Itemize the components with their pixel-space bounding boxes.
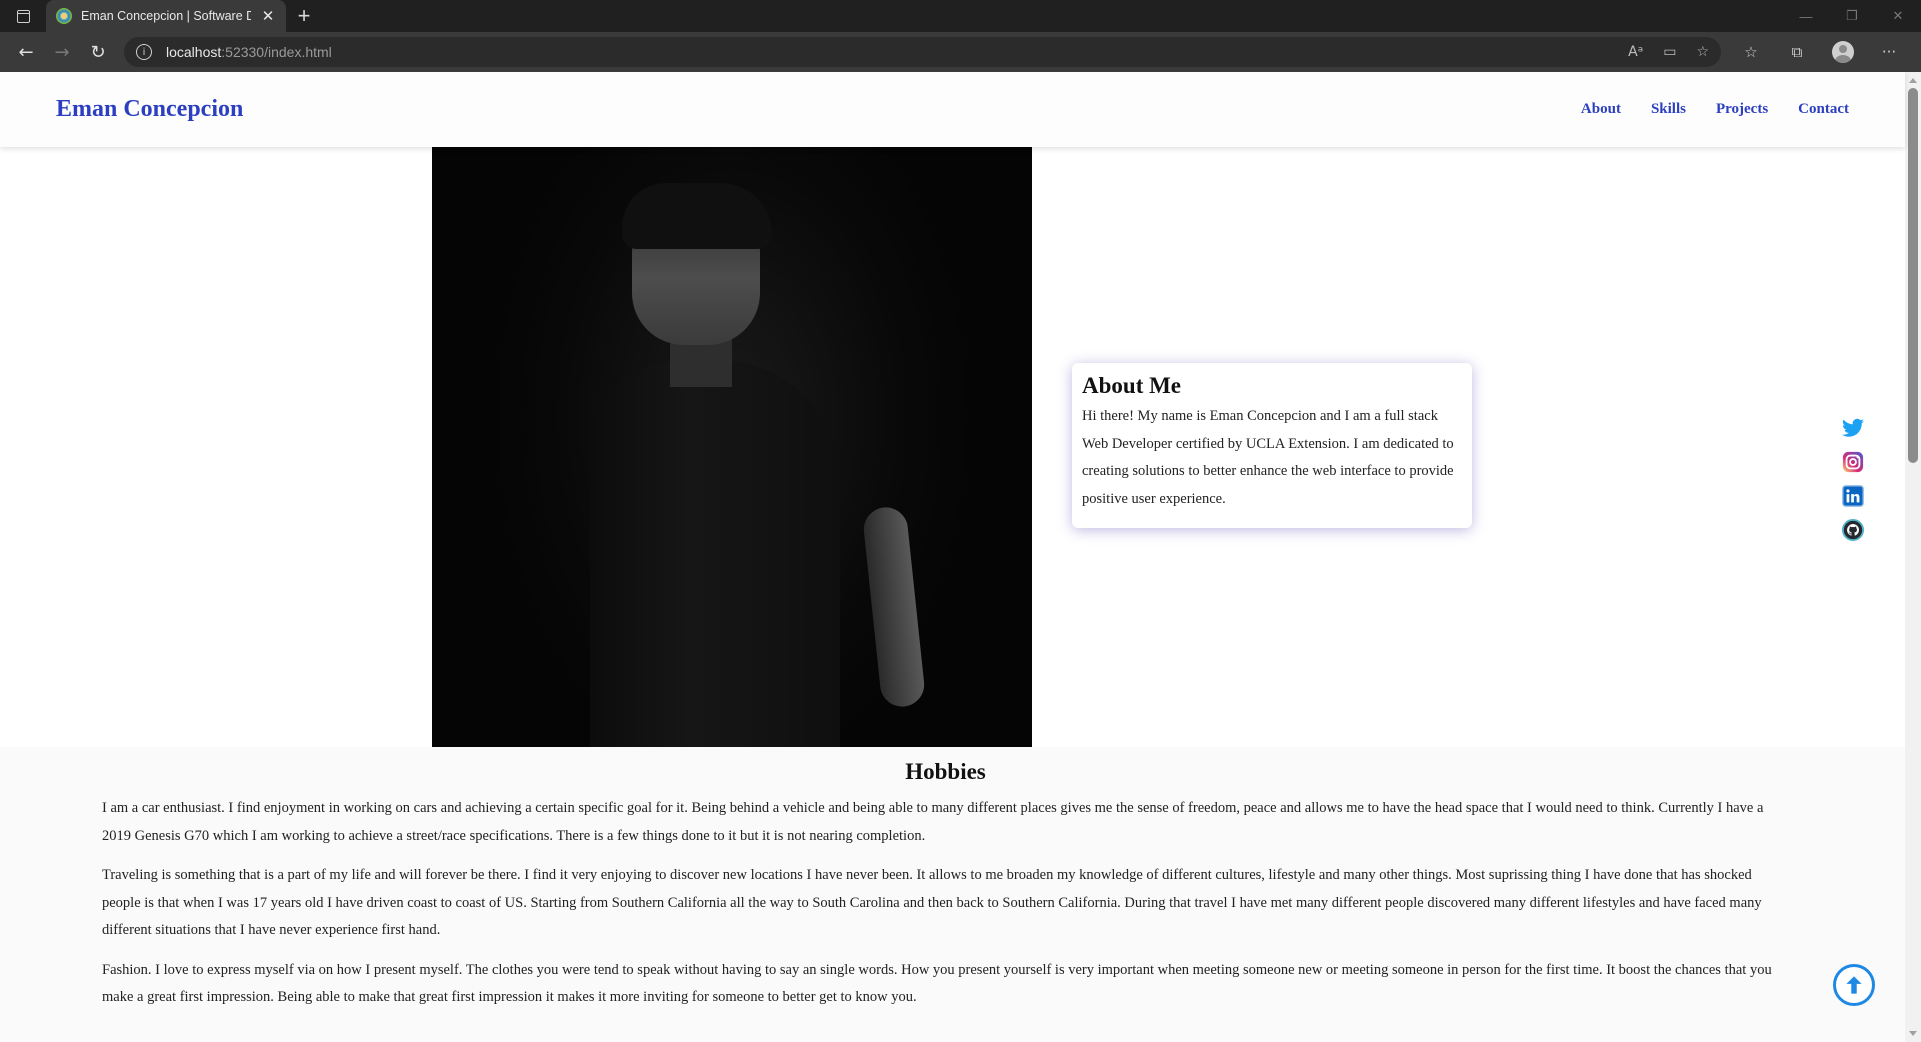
tab-close-icon[interactable]: ✕	[260, 7, 276, 25]
site-favicon-icon	[56, 8, 72, 24]
tab-actions-icon	[16, 9, 30, 23]
page-viewport: Eman Concepcion About Skills Projects Co…	[0, 72, 1921, 1042]
site-brand[interactable]: Eman Concepcion	[56, 96, 243, 123]
twitter-icon[interactable]	[1841, 416, 1865, 440]
settings-menu-button[interactable]: ···	[1873, 36, 1905, 68]
about-me-title: About Me	[1082, 373, 1182, 398]
new-tab-button[interactable]: +	[286, 0, 322, 32]
about-me-text: Hi there! My name is Eman Concepcion and…	[1082, 408, 1454, 507]
hobby-paragraph-fashion: Fashion. I love to express myself via on…	[102, 961, 1772, 1006]
favorites-icon[interactable]: ☆	[1735, 36, 1767, 68]
page-scrollbar[interactable]	[1905, 72, 1921, 1042]
hobby-paragraph-cars: I am a car enthusiast. I find enjoyment …	[102, 800, 1764, 844]
hobby-paragraph-travel: Traveling is something that is a part of…	[102, 867, 1762, 938]
about-me-card: About Me Hi there! My name is Eman Conce…	[1072, 363, 1472, 528]
scroll-to-top-button[interactable]	[1833, 964, 1875, 1006]
profile-button[interactable]	[1827, 36, 1859, 68]
about-section: About Me Hi there! My name is Eman Conce…	[0, 147, 1905, 747]
portrait-figure-hair	[622, 183, 772, 249]
scroll-up-arrow-icon[interactable]	[1909, 78, 1917, 83]
collections-icon[interactable]: ⧉	[1781, 36, 1813, 68]
close-window-button[interactable]: ✕	[1875, 0, 1921, 32]
browser-tab-active[interactable]: Eman Concepcion | Software De ✕	[46, 0, 286, 32]
portrait-figure-body	[590, 361, 840, 747]
url-text: localhost:52330/index.html	[166, 44, 332, 60]
site-nav: About Skills Projects Contact	[1581, 101, 1849, 118]
scrollbar-thumb[interactable]	[1908, 88, 1918, 463]
read-aloud-icon[interactable]: Aᵃ	[1628, 44, 1643, 60]
scroll-down-arrow-icon[interactable]	[1909, 1031, 1917, 1036]
forward-button[interactable]: →	[44, 36, 80, 68]
immersive-reader-icon[interactable]: ▭	[1663, 44, 1676, 60]
nav-link-about[interactable]: About	[1581, 101, 1621, 118]
site-header: Eman Concepcion About Skills Projects Co…	[0, 72, 1905, 147]
nav-link-contact[interactable]: Contact	[1798, 101, 1849, 118]
profile-portrait-image	[432, 147, 1032, 747]
browser-right-tools: ☆ ⧉ ···	[1735, 36, 1905, 68]
address-bar[interactable]: i localhost:52330/index.html Aᵃ ▭ ☆	[124, 37, 1721, 67]
back-button[interactable]: ←	[8, 36, 44, 68]
portfolio-page: Eman Concepcion About Skills Projects Co…	[0, 72, 1905, 1042]
github-icon[interactable]	[1841, 518, 1865, 542]
reload-button[interactable]: ↻	[80, 36, 116, 68]
tab-actions-button[interactable]	[0, 0, 46, 32]
restore-button[interactable]: ❐	[1829, 0, 1875, 32]
hobbies-title: Hobbies	[905, 759, 986, 784]
window-controls: — ❐ ✕	[1783, 0, 1921, 32]
browser-tab-bar: Eman Concepcion | Software De ✕ + — ❐ ✕	[0, 0, 1921, 32]
nav-link-projects[interactable]: Projects	[1716, 101, 1768, 118]
tab-title: Eman Concepcion | Software De	[81, 9, 251, 23]
nav-link-skills[interactable]: Skills	[1651, 101, 1686, 118]
hobbies-section: Hobbies I am a car enthusiast. I find en…	[0, 747, 1905, 1012]
site-info-icon[interactable]: i	[136, 44, 152, 60]
arrow-up-icon	[1846, 976, 1862, 994]
url-host: localhost	[166, 44, 222, 60]
minimize-button[interactable]: —	[1783, 0, 1829, 32]
profile-avatar-icon	[1832, 41, 1854, 63]
url-path: :52330/index.html	[221, 44, 332, 60]
browser-toolbar: ← → ↻ i localhost:52330/index.html Aᵃ ▭ …	[0, 32, 1921, 72]
instagram-icon[interactable]	[1841, 450, 1865, 474]
address-bar-icons: Aᵃ ▭ ☆	[1628, 44, 1709, 60]
linkedin-icon[interactable]	[1841, 484, 1865, 508]
add-favorite-icon[interactable]: ☆	[1696, 44, 1709, 60]
social-links	[1841, 416, 1865, 542]
